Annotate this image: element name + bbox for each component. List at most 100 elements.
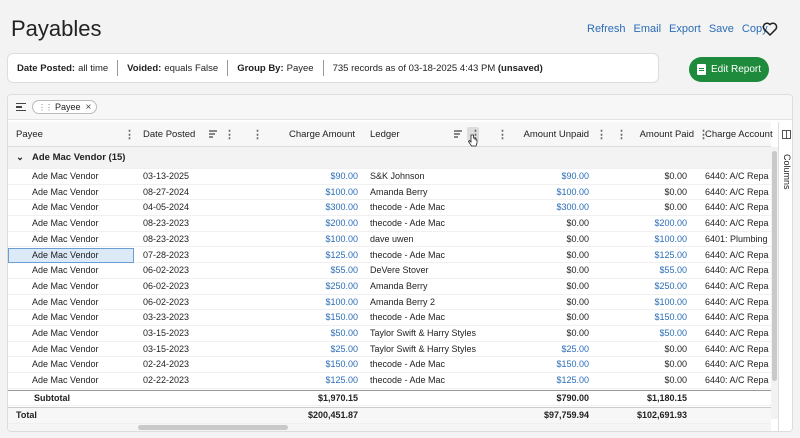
group-row[interactable]: ⌄ Ade Mac Vendor (15) <box>8 147 771 169</box>
group-by-filter[interactable]: Group By: Payee <box>228 60 322 76</box>
table-row[interactable]: Ade Mac Vendor 06-02-2023 $250.00 Amanda Be… <box>8 279 771 295</box>
column-menu-icon[interactable]: ⋮ <box>124 128 135 141</box>
cell-paid: $0.00 <box>664 202 687 213</box>
cell-unpaid[interactable]: $125.00 <box>508 375 589 385</box>
cell-date: 08-23-2023 <box>143 233 190 244</box>
voided-filter[interactable]: Voided: equals False <box>118 60 227 76</box>
save-link[interactable]: Save <box>709 23 734 35</box>
header-charge-amount[interactable]: Charge Amount <box>268 122 368 147</box>
table-row[interactable]: Ade Mac Vendor 02-22-2023 $125.00 thecode -… <box>8 373 771 389</box>
cell-account: 6440: A/C Repa <box>705 265 769 276</box>
top-actions: Refresh Email Export Save Copy <box>587 23 768 35</box>
table-row[interactable]: Ade Mac Vendor 04-05-2024 $300.00 thecode -… <box>8 200 771 217</box>
cell-unpaid: $0.00 <box>566 312 589 323</box>
heart-icon[interactable] <box>762 21 778 37</box>
cell-charge[interactable]: $100.00 <box>268 234 368 244</box>
cell-ledger: thecode - Ade Mac <box>370 359 446 370</box>
cell-payee: Ade Mac Vendor <box>32 171 99 181</box>
table-row[interactable]: Ade Mac Vendor 02-24-2023 $150.00 thecode -… <box>8 357 771 374</box>
cell-charge[interactable]: $200.00 <box>268 218 368 228</box>
cell-charge[interactable]: $50.00 <box>268 328 368 338</box>
cell-ledger: Amanda Berry <box>370 280 428 291</box>
cell-paid[interactable]: $100.00 <box>606 234 687 244</box>
cell-unpaid: $0.00 <box>566 218 589 229</box>
cell-charge[interactable]: $125.00 <box>268 250 368 260</box>
cell-date: 03-13-2025 <box>143 171 190 181</box>
header-amount-paid[interactable]: Amount Paid ⋮ ⋮ <box>606 122 709 147</box>
date-posted-filter[interactable]: Date Posted: all time <box>17 60 117 76</box>
document-icon <box>696 64 706 75</box>
cell-charge[interactable]: $100.00 <box>268 297 368 307</box>
cell-paid: $0.00 <box>664 343 687 354</box>
cell-ledger: thecode - Ade Mac <box>370 202 446 213</box>
cell-charge[interactable]: $300.00 <box>268 202 368 212</box>
sort-icon[interactable] <box>209 129 219 139</box>
cell-charge[interactable]: $55.00 <box>268 265 368 275</box>
cell-ledger: DeVere Stover <box>370 265 429 276</box>
cell-paid[interactable]: $50.00 <box>606 328 687 338</box>
header-amount-unpaid[interactable]: Amount Unpaid ⋮ <box>508 122 607 147</box>
cell-charge[interactable]: $25.00 <box>268 344 368 354</box>
header-charge-account[interactable]: Charge Account <box>705 122 775 147</box>
cell-paid[interactable]: $250.00 <box>606 281 687 291</box>
cell-date: 02-24-2023 <box>143 359 190 370</box>
table-row[interactable]: Ade Mac Vendor 03-15-2023 $25.00 Taylor Swi… <box>8 342 771 358</box>
cell-charge[interactable]: $100.00 <box>268 187 368 197</box>
columns-side-panel[interactable]: Columns <box>778 122 792 431</box>
table-row[interactable]: Ade Mac Vendor 03-23-2023 $150.00 thecode -… <box>8 310 771 326</box>
cell-paid[interactable]: $125.00 <box>606 250 687 260</box>
table-row[interactable]: Ade Mac Vendor 08-23-2023 $200.00 thecode -… <box>8 216 771 232</box>
scroll-thumb[interactable] <box>772 151 777 381</box>
cell-charge[interactable]: $125.00 <box>268 375 368 385</box>
header-date-posted[interactable]: Date Posted ⋮ ⋮ <box>143 122 263 147</box>
cell-account: 6440: A/C Repa <box>705 202 769 213</box>
sort-icon[interactable] <box>454 129 464 139</box>
cell-paid[interactable]: $100.00 <box>606 297 687 307</box>
cell-charge[interactable]: $90.00 <box>268 171 368 181</box>
cell-unpaid[interactable]: $150.00 <box>508 359 589 369</box>
cell-paid[interactable]: $200.00 <box>606 218 687 228</box>
table-row[interactable]: Ade Mac Vendor 03-13-2025 $90.00 S&K Johnso… <box>8 169 771 185</box>
cell-unpaid: $0.00 <box>566 328 589 338</box>
table-row[interactable]: Ade Mac Vendor 07-28-2023 $125.00 thecode -… <box>8 247 771 264</box>
expand-chevron-icon[interactable]: ⌄ <box>16 152 24 163</box>
table-row[interactable]: Ade Mac Vendor 06-02-2023 $55.00 DeVere Sto… <box>8 263 771 279</box>
horizontal-scrollbar[interactable] <box>8 424 771 431</box>
table-row[interactable]: Ade Mac Vendor 08-27-2024 $100.00 Amanda Be… <box>8 185 771 201</box>
group-chip-payee[interactable]: ⋮⋮ Payee × <box>32 100 98 114</box>
close-icon[interactable]: × <box>86 102 92 113</box>
export-link[interactable]: Export <box>669 23 701 35</box>
scroll-thumb[interactable] <box>138 425 288 430</box>
cell-payee: Ade Mac Vendor <box>32 233 99 244</box>
edit-report-button[interactable]: Edit Report <box>689 57 769 82</box>
cell-unpaid[interactable]: $300.00 <box>508 202 589 212</box>
table-row[interactable]: Ade Mac Vendor 03-15-2023 $50.00 Taylor Swi… <box>8 326 771 342</box>
cell-ledger: thecode - Ade Mac <box>370 218 446 229</box>
cell-paid: $0.00 <box>664 375 687 386</box>
cell-unpaid[interactable]: $90.00 <box>508 171 589 181</box>
cell-account: 6440: A/C Repa <box>705 343 769 354</box>
filter-bar[interactable]: Date Posted: all time Voided: equals False… <box>7 53 659 83</box>
cell-unpaid[interactable]: $25.00 <box>508 344 589 354</box>
cell-charge[interactable]: $150.00 <box>268 312 368 322</box>
cell-ledger: dave uwen <box>370 233 414 244</box>
table-row[interactable]: Ade Mac Vendor 08-23-2023 $100.00 dave uwen… <box>8 232 771 248</box>
cell-unpaid[interactable]: $100.00 <box>508 187 589 197</box>
cell-charge[interactable]: $250.00 <box>268 281 368 291</box>
table-row[interactable]: Ade Mac Vendor 06-02-2023 $100.00 Amanda Be… <box>8 295 771 311</box>
group-rows-icon <box>16 103 26 111</box>
drag-handle-icon[interactable]: ⋮⋮ <box>38 103 53 112</box>
cell-paid[interactable]: $150.00 <box>606 312 687 322</box>
cell-account: 6440: A/C Repa <box>705 359 769 370</box>
column-menu-icon[interactable]: ⋮ <box>616 128 627 141</box>
refresh-link[interactable]: Refresh <box>587 23 626 35</box>
email-link[interactable]: Email <box>634 23 662 35</box>
column-menu-icon[interactable]: ⋮ <box>224 128 235 141</box>
header-payee[interactable]: Payee ⋮ <box>16 122 135 147</box>
cell-date: 02-22-2023 <box>143 375 190 386</box>
cell-paid[interactable]: $55.00 <box>606 265 687 275</box>
cell-charge[interactable]: $150.00 <box>268 359 368 369</box>
vertical-scrollbar[interactable] <box>771 147 778 419</box>
column-menu-icon[interactable]: ⋮ <box>497 128 508 141</box>
column-menu-icon[interactable]: ⋮ <box>252 128 263 141</box>
